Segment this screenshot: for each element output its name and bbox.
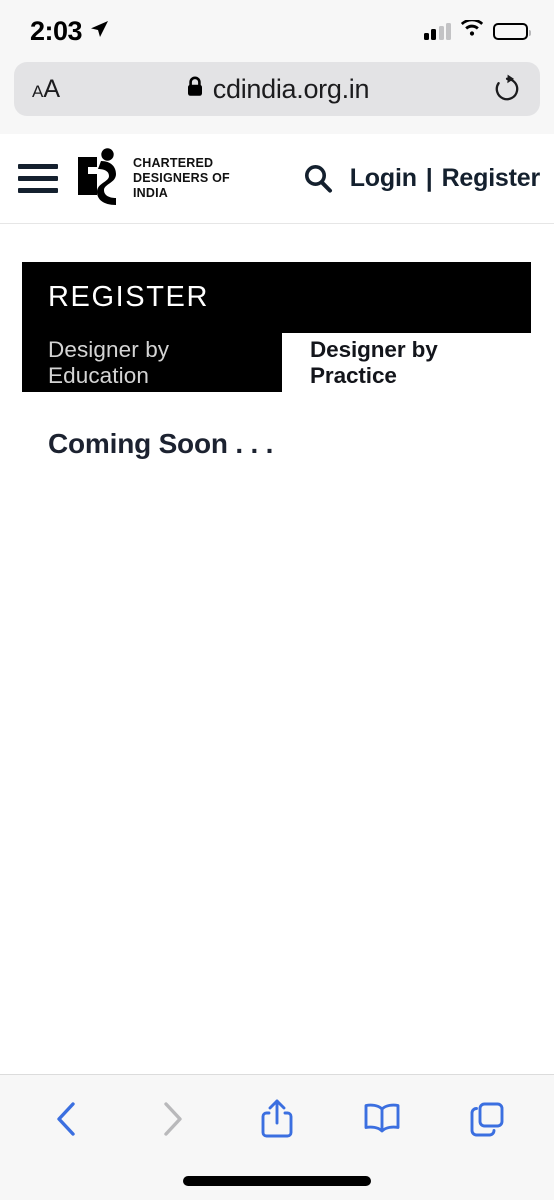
site-header: CHARTERED DESIGNERS OF INDIA Login | Reg…	[0, 134, 554, 224]
tab-designer-by-practice[interactable]: Designer by Practice	[282, 333, 531, 392]
auth-links: Login | Register	[350, 164, 540, 193]
address-bar-center: cdindia.org.in	[14, 74, 540, 105]
cdi-logo-icon	[74, 147, 122, 210]
url-text: cdindia.org.in	[212, 73, 370, 104]
home-indicator	[183, 1176, 371, 1186]
register-link[interactable]: Register	[442, 164, 541, 193]
tabs-icon[interactable]	[456, 1100, 518, 1138]
hamburger-menu-icon[interactable]	[18, 164, 58, 193]
site-logo-text: CHARTERED DESIGNERS OF INDIA	[133, 155, 230, 201]
wifi-icon	[460, 18, 484, 43]
text-size-button[interactable]: AA	[32, 74, 61, 103]
coming-soon-text: Coming Soon . . .	[48, 428, 274, 459]
tab-label: Designer by Education	[48, 336, 170, 388]
status-bar-right	[423, 18, 531, 43]
status-bar-clock: 2:03	[30, 15, 83, 46]
page-content: REGISTER Designer by Education Designer …	[0, 262, 554, 1102]
address-bar[interactable]: AA cdindia.org.in	[14, 62, 540, 116]
back-chevron-icon[interactable]	[36, 1099, 98, 1139]
safari-urlbar-container: AA cdindia.org.in	[0, 62, 554, 134]
login-link[interactable]: Login	[350, 164, 417, 193]
share-icon[interactable]	[246, 1098, 308, 1140]
register-tabs: Designer by Education Designer by Practi…	[22, 333, 531, 392]
search-icon[interactable]	[301, 162, 335, 196]
tab-designer-by-education[interactable]: Designer by Education	[22, 333, 283, 392]
site-logo[interactable]: CHARTERED DESIGNERS OF INDIA	[74, 147, 230, 210]
lock-icon	[185, 75, 205, 104]
battery-icon	[493, 22, 531, 40]
header-actions: Login | Register	[301, 162, 540, 196]
safari-bottom-bar	[0, 1074, 554, 1200]
status-bar-left: 2:03	[30, 15, 109, 46]
text-size-big-a: A	[43, 74, 61, 103]
ios-status-bar: 2:03	[0, 0, 554, 62]
forward-chevron-icon	[141, 1099, 203, 1139]
tab-label: Designer by Practice	[310, 336, 438, 388]
register-section: REGISTER Designer by Education Designer …	[22, 262, 531, 392]
text-size-small-a: A	[32, 81, 44, 101]
reload-button[interactable]	[492, 74, 522, 104]
auth-separator: |	[425, 164, 433, 192]
bookmarks-book-icon[interactable]	[351, 1101, 413, 1137]
location-arrow-icon	[89, 19, 109, 44]
cellular-signal-icon	[423, 22, 451, 40]
register-banner: REGISTER	[22, 262, 531, 333]
page-title: REGISTER	[48, 281, 210, 313]
safari-toolbar	[0, 1075, 554, 1163]
